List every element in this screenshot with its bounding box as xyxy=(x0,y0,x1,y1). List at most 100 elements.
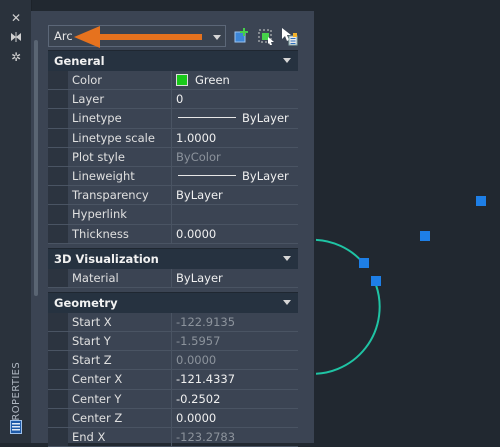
property-name: Lineweight xyxy=(68,166,172,186)
callout-arrow-shaft xyxy=(96,34,202,40)
toggle-pickadd-icon[interactable] xyxy=(233,26,251,46)
property-row[interactable]: Color Green xyxy=(48,71,298,91)
property-value-text: ByColor xyxy=(176,149,221,164)
section-title: 3D Visualization xyxy=(54,251,159,266)
property-value[interactable]: ByLayer xyxy=(172,269,298,287)
property-name: Transparency xyxy=(68,186,172,205)
row-gutter xyxy=(48,370,68,389)
property-value[interactable]: 0.0000 xyxy=(172,351,298,369)
property-name: Material xyxy=(68,268,172,287)
property-row[interactable]: Start Y -1.5957 xyxy=(48,332,298,352)
section-header[interactable]: General xyxy=(48,50,298,71)
property-name: End X xyxy=(68,428,172,447)
property-value[interactable]: -122.9135 xyxy=(172,313,298,331)
property-value-text: ByLayer xyxy=(176,188,223,203)
property-value[interactable]: ByLayer xyxy=(172,109,298,127)
row-gutter xyxy=(48,71,68,90)
callout-arrow xyxy=(74,26,202,48)
section-header[interactable]: 3D Visualization xyxy=(48,247,298,269)
drawing-canvas[interactable] xyxy=(316,0,500,443)
row-gutter xyxy=(48,147,68,166)
property-value[interactable]: ByColor xyxy=(172,148,298,166)
property-value-text: Green xyxy=(195,73,230,87)
callout-arrow-head xyxy=(74,26,100,48)
property-value[interactable]: -123.2783 xyxy=(172,428,298,446)
property-row[interactable]: Plot style ByColor xyxy=(48,147,298,167)
auto-hide-icon[interactable] xyxy=(10,31,22,43)
property-value-text: 0.0000 xyxy=(176,226,217,241)
property-value[interactable]: 0.0000 xyxy=(172,225,298,243)
start-grip[interactable] xyxy=(371,276,381,286)
property-value[interactable]: -0.2502 xyxy=(172,390,298,408)
property-value[interactable]: ByLayer xyxy=(172,167,298,185)
collapse-icon[interactable] xyxy=(283,255,291,261)
property-value[interactable]: 0 xyxy=(172,90,298,108)
properties-icon[interactable] xyxy=(10,420,22,434)
property-value[interactable]: 1.0000 xyxy=(172,129,298,147)
property-value[interactable]: -1.5957 xyxy=(172,332,298,350)
selected-arc[interactable] xyxy=(316,238,381,375)
property-name: Plot style xyxy=(68,147,172,166)
row-gutter xyxy=(48,128,68,147)
property-name: Linetype scale xyxy=(68,128,172,147)
property-row[interactable]: Linetype ByLayer xyxy=(48,109,298,129)
row-gutter xyxy=(48,428,68,447)
midpoint-grip[interactable] xyxy=(476,196,486,206)
row-gutter xyxy=(48,90,68,109)
quick-select-icon[interactable] xyxy=(280,26,298,46)
collapse-icon[interactable] xyxy=(283,58,291,63)
property-row[interactable]: Center Z 0.0000 xyxy=(48,408,298,428)
property-row[interactable]: Lineweight ByLayer xyxy=(48,166,298,187)
property-value-text: -121.4337 xyxy=(176,372,236,387)
property-name: Start X xyxy=(68,312,172,332)
property-value[interactable]: 0.0000 xyxy=(172,409,298,427)
palette-title: PROPERTIES xyxy=(11,361,22,427)
row-gutter xyxy=(48,109,68,128)
property-value-text: -122.9135 xyxy=(176,314,236,329)
row-gutter xyxy=(48,351,68,370)
property-row[interactable]: Linetype scale 1.0000 xyxy=(48,128,298,148)
property-value[interactable]: Green xyxy=(172,71,298,89)
settings-icon[interactable]: ✲ xyxy=(10,51,22,63)
end-grip[interactable] xyxy=(359,258,369,268)
property-value-text: ByLayer xyxy=(242,111,289,126)
center-grip[interactable] xyxy=(420,231,430,241)
property-value[interactable]: -121.4337 xyxy=(172,370,298,388)
property-row[interactable]: Center Y -0.2502 xyxy=(48,389,298,409)
property-row[interactable]: End X -123.2783 xyxy=(48,428,298,447)
property-row[interactable]: Hyperlink xyxy=(48,205,298,225)
property-name: Center Y xyxy=(68,389,172,408)
property-row[interactable]: Start Z 0.0000 xyxy=(48,351,298,371)
property-value-text: 1.0000 xyxy=(176,130,217,145)
row-gutter xyxy=(48,166,68,186)
palette-title-bar[interactable]: ✕ ✲ PROPERTIES xyxy=(0,0,32,443)
line-sample xyxy=(178,174,236,176)
property-value-text: 0.0000 xyxy=(176,353,217,368)
property-value-text: -0.2502 xyxy=(176,391,221,406)
property-value-text: -1.5957 xyxy=(176,334,221,349)
property-row[interactable]: Thickness 0.0000 xyxy=(48,224,298,244)
collapse-icon[interactable] xyxy=(283,299,291,305)
close-icon[interactable]: ✕ xyxy=(10,12,22,24)
section-title: General xyxy=(54,54,105,68)
property-row[interactable]: Material ByLayer xyxy=(48,268,298,288)
line-sample xyxy=(178,117,236,119)
property-name: Color xyxy=(68,71,172,90)
property-name: Linetype xyxy=(68,109,172,128)
property-row[interactable]: Layer 0 xyxy=(48,90,298,110)
property-name: Start Z xyxy=(68,351,172,370)
chevron-down-icon xyxy=(213,35,221,40)
property-value[interactable] xyxy=(172,205,298,223)
property-row[interactable]: Transparency ByLayer xyxy=(48,186,298,206)
property-value[interactable]: ByLayer xyxy=(172,186,298,204)
select-objects-icon[interactable] xyxy=(257,26,275,46)
palette-scrollbar[interactable] xyxy=(34,40,38,296)
color-swatch xyxy=(176,74,188,86)
property-name: Center X xyxy=(68,370,172,389)
row-gutter xyxy=(48,186,68,205)
property-row[interactable]: Center X -121.4337 xyxy=(48,370,298,390)
property-row[interactable]: Start X -122.9135 xyxy=(48,312,298,333)
section-header[interactable]: Geometry xyxy=(48,291,298,313)
section-title: Geometry xyxy=(54,295,118,310)
row-gutter xyxy=(48,224,68,243)
